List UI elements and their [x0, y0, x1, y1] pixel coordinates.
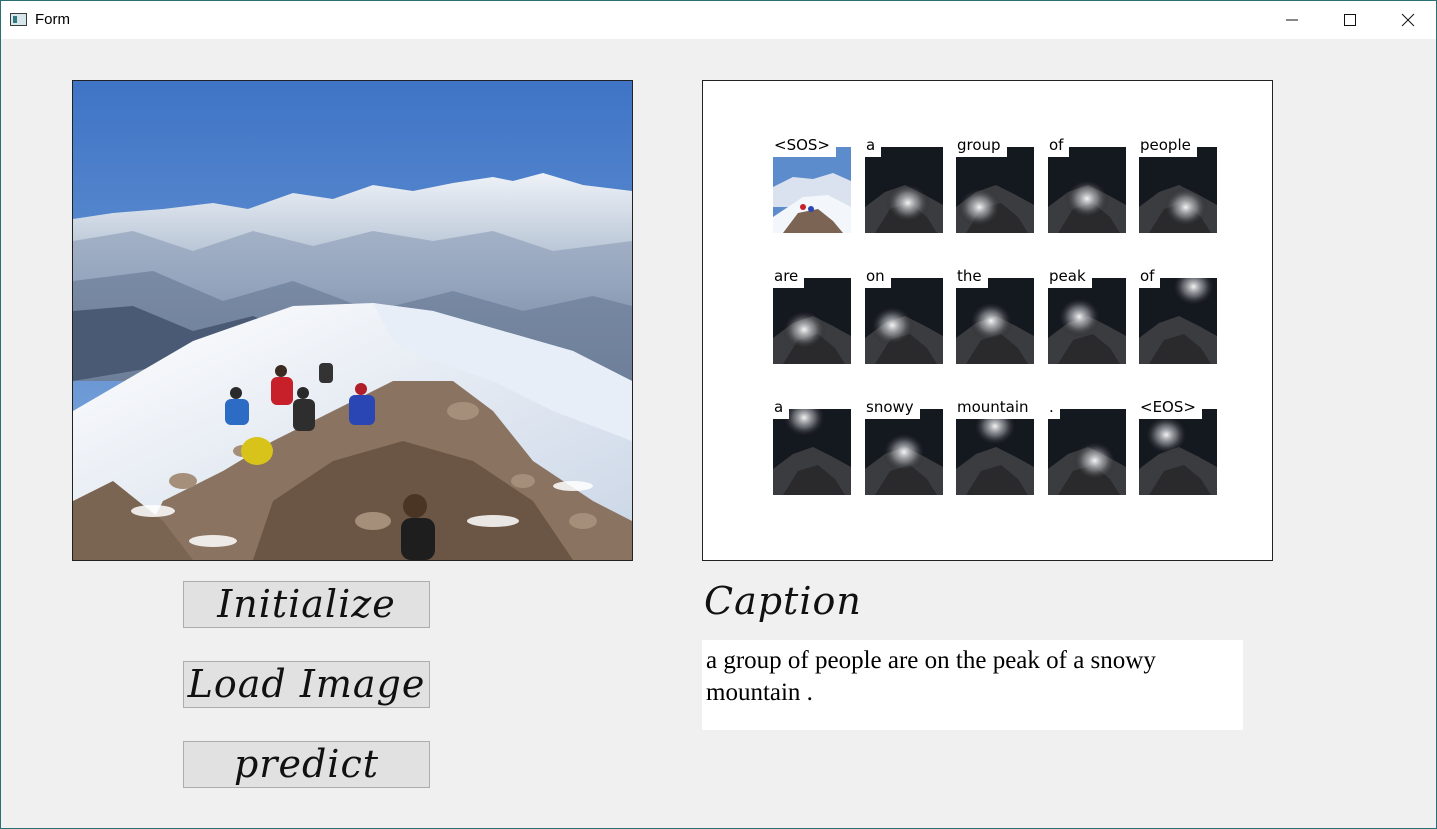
attention-heatmap [773, 147, 851, 233]
attention-heatmap [956, 278, 1034, 364]
attention-cell: of [1048, 135, 1126, 233]
attention-cell: mountain [956, 397, 1035, 495]
attention-word: a [865, 135, 882, 157]
attention-heatmap [1048, 409, 1126, 495]
attention-word: a [773, 397, 790, 419]
initialize-button[interactable]: Initialize [183, 581, 430, 628]
attention-word: of [1048, 135, 1070, 157]
maximize-button[interactable] [1321, 1, 1379, 39]
attention-cell: a [865, 135, 943, 233]
attention-heatmap [956, 147, 1034, 233]
caption-output: a group of people are on the peak of a s… [702, 640, 1243, 730]
attention-map-panel: <SOS> a group of people are on the peak of a snowy m… [702, 80, 1273, 561]
maximize-icon [1344, 14, 1356, 26]
attention-cell: peak [1048, 266, 1126, 364]
app-window: Form <SOS> a group of people are on the … [0, 0, 1437, 829]
minimize-button[interactable] [1263, 1, 1321, 39]
attention-word: of [1139, 266, 1161, 288]
window-title: Form [35, 11, 70, 28]
attention-word: peak [1048, 266, 1092, 288]
attention-heatmap [773, 409, 851, 495]
attention-word: . [1048, 397, 1060, 419]
minimize-icon [1286, 19, 1298, 21]
attention-cell: the [956, 266, 1034, 364]
close-button[interactable] [1379, 1, 1437, 39]
attention-heatmap [1139, 278, 1217, 364]
attention-word: mountain [956, 397, 1035, 419]
attention-word: group [956, 135, 1007, 157]
title-bar[interactable]: Form [1, 1, 1436, 39]
attention-cell: a [773, 397, 851, 495]
attention-heatmap [1139, 147, 1217, 233]
attention-word: are [773, 266, 805, 288]
attention-cell: people [1139, 135, 1217, 233]
attention-cell: <SOS> [773, 135, 851, 233]
attention-heatmap [956, 409, 1034, 495]
predict-button[interactable]: predict [183, 741, 430, 788]
caption-label: Caption [704, 579, 862, 623]
input-image [72, 80, 633, 561]
attention-heatmap [1139, 409, 1217, 495]
attention-cell: on [865, 266, 943, 364]
attention-cell: snowy [865, 397, 943, 495]
attention-word: snowy [865, 397, 920, 419]
attention-heatmap [773, 278, 851, 364]
mountain-photo [73, 81, 632, 560]
attention-heatmap [865, 147, 943, 233]
attention-heatmap [1048, 147, 1126, 233]
attention-cell: of [1139, 266, 1217, 364]
attention-word: on [865, 266, 891, 288]
attention-heatmap [865, 278, 943, 364]
attention-cell: group [956, 135, 1034, 233]
attention-word: <EOS> [1139, 397, 1202, 419]
close-icon [1401, 13, 1415, 27]
attention-word: <SOS> [773, 135, 836, 157]
attention-heatmap [865, 409, 943, 495]
attention-cell: <EOS> [1139, 397, 1217, 495]
attention-heatmap [1048, 278, 1126, 364]
attention-word: the [956, 266, 988, 288]
app-window-icon [10, 13, 27, 26]
load-image-button[interactable]: Load Image [183, 661, 430, 708]
attention-word: people [1139, 135, 1197, 157]
attention-cell: are [773, 266, 851, 364]
attention-cell: . [1048, 397, 1126, 495]
